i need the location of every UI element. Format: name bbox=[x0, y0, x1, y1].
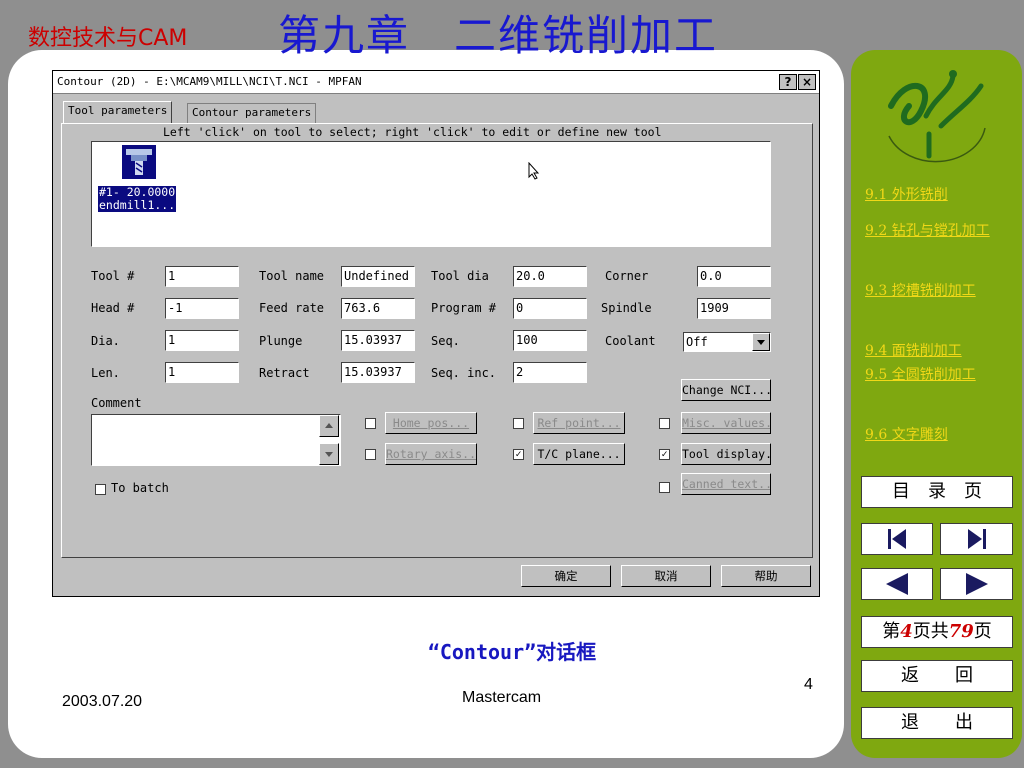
spindle-label: Spindle bbox=[601, 301, 652, 315]
program-num-field[interactable]: 0 bbox=[513, 298, 587, 319]
toc-link-9-4[interactable]: 9.4 面铣削加工 bbox=[865, 342, 1005, 360]
first-page-icon bbox=[888, 529, 906, 549]
seq-label: Seq. bbox=[431, 334, 460, 348]
prev-page-icon bbox=[886, 573, 908, 595]
footer-app: Mastercam bbox=[462, 689, 542, 706]
ref-point-checkbox[interactable] bbox=[513, 418, 524, 429]
corner-field[interactable]: 0.0 bbox=[697, 266, 771, 287]
tool-dia-label: Tool dia bbox=[431, 269, 489, 283]
head-num-field[interactable]: -1 bbox=[165, 298, 239, 319]
contour-dialog: Contour (2D) - E:\MCAM9\MILL\NCI\T.NCI -… bbox=[52, 70, 820, 597]
mouse-cursor-icon bbox=[528, 161, 540, 183]
retract-field[interactable]: 15.03937 bbox=[341, 362, 415, 383]
page-info-mid: 页共 bbox=[912, 621, 949, 642]
coolant-label: Coolant bbox=[605, 334, 656, 348]
seq-field[interactable]: 100 bbox=[513, 330, 587, 351]
seq-inc-field[interactable]: 2 bbox=[513, 362, 587, 383]
tool-list[interactable]: #1- 20.0000 endmill1... bbox=[91, 141, 771, 247]
page-info-suffix: 页 bbox=[973, 621, 992, 642]
toc-link-9-3[interactable]: 9.3 挖槽铣削加工 bbox=[865, 282, 1005, 300]
first-page-button[interactable] bbox=[861, 523, 933, 555]
back-button[interactable]: 返 回 bbox=[861, 660, 1013, 692]
cancel-button[interactable]: 取消 bbox=[621, 565, 711, 587]
tool-item-label[interactable]: #1- 20.0000 endmill1... bbox=[98, 186, 177, 212]
navigation-panel: 9.1 外形铣削 9.2 钻孔与镗孔加工 9.3 挖槽铣削加工 9.4 面铣削加… bbox=[851, 50, 1022, 758]
ref-point-button[interactable]: Ref point... bbox=[533, 412, 625, 434]
len-field[interactable]: 1 bbox=[165, 362, 239, 383]
tool-num-field[interactable]: 1 bbox=[165, 266, 239, 287]
toc-link-9-2[interactable]: 9.2 钻孔与镗孔加工 bbox=[865, 222, 1005, 240]
ok-button[interactable]: 确定 bbox=[521, 565, 611, 587]
canned-text-checkbox[interactable] bbox=[659, 482, 670, 493]
seq-inc-label: Seq. inc. bbox=[431, 366, 497, 380]
help-dialog-button[interactable]: 帮助 bbox=[721, 565, 811, 587]
page-number: 4 bbox=[804, 676, 813, 693]
next-page-button[interactable] bbox=[940, 568, 1013, 600]
to-batch-checkbox[interactable] bbox=[95, 484, 106, 495]
chapter-title: 第九章 二维铣削加工 bbox=[278, 11, 719, 60]
scroll-up-icon[interactable] bbox=[319, 415, 339, 437]
feed-rate-field[interactable]: 763.6 bbox=[341, 298, 415, 319]
scroll-down-icon[interactable] bbox=[319, 443, 339, 465]
course-title: 数控技术与CAM bbox=[28, 26, 188, 51]
rotary-axis-button[interactable]: Rotary axis.. bbox=[385, 443, 477, 465]
toc-link-9-5[interactable]: 9.5 全圆铣削加工 bbox=[865, 366, 1005, 384]
tc-plane-checkbox[interactable]: ✓ bbox=[513, 449, 524, 460]
tool-num-label: Tool # bbox=[91, 269, 135, 283]
feed-rate-label: Feed rate bbox=[259, 301, 325, 315]
last-page-button[interactable] bbox=[940, 523, 1013, 555]
dialog-title: Contour (2D) - E:\MCAM9\MILL\NCI\T.NCI -… bbox=[57, 75, 362, 88]
spindle-field[interactable]: 1909 bbox=[697, 298, 771, 319]
close-button[interactable]: × bbox=[798, 74, 816, 90]
plunge-label: Plunge bbox=[259, 334, 303, 348]
page-indicator: 第4页共79页 bbox=[861, 616, 1013, 648]
prev-page-button[interactable] bbox=[861, 568, 933, 600]
page-total: 79 bbox=[948, 621, 974, 642]
dia-label: Dia. bbox=[91, 334, 120, 348]
help-button[interactable]: ? bbox=[779, 74, 797, 90]
toc-page-button[interactable]: 目 录 页 bbox=[861, 476, 1013, 508]
footer-date: 2003.07.20 bbox=[62, 693, 143, 710]
tool-dia-field[interactable]: 20.0 bbox=[513, 266, 587, 287]
university-logo-icon bbox=[881, 56, 993, 168]
retract-label: Retract bbox=[259, 366, 310, 380]
tool-display-checkbox[interactable]: ✓ bbox=[659, 449, 670, 460]
page-current: 4 bbox=[900, 621, 913, 642]
misc-values-checkbox[interactable] bbox=[659, 418, 670, 429]
home-pos-button[interactable]: Home pos... bbox=[385, 412, 477, 434]
endmill-icon[interactable] bbox=[122, 145, 156, 179]
tc-plane-button[interactable]: T/C plane... bbox=[533, 443, 625, 465]
chevron-down-icon[interactable] bbox=[752, 333, 770, 351]
tool-display-button[interactable]: Tool display.. bbox=[681, 443, 771, 465]
len-label: Len. bbox=[91, 366, 120, 380]
corner-label: Corner bbox=[605, 269, 649, 283]
coolant-select[interactable]: Off bbox=[683, 332, 771, 352]
last-page-icon bbox=[967, 529, 986, 549]
dialog-titlebar[interactable]: Contour (2D) - E:\MCAM9\MILL\NCI\T.NCI -… bbox=[53, 71, 819, 94]
tab-contour-parameters[interactable]: Contour parameters bbox=[187, 103, 317, 123]
dia-field[interactable]: 1 bbox=[165, 330, 239, 351]
head-num-label: Head # bbox=[91, 301, 135, 315]
exit-button[interactable]: 退 出 bbox=[861, 707, 1013, 739]
tab-tool-parameters[interactable]: Tool parameters bbox=[63, 101, 173, 123]
coolant-value: Off bbox=[686, 335, 708, 349]
plunge-field[interactable]: 15.03937 bbox=[341, 330, 415, 351]
tool-name-field[interactable]: Undefined bbox=[341, 266, 415, 287]
home-pos-checkbox[interactable] bbox=[365, 418, 376, 429]
tool-list-hint: Left 'click' on tool to select; right 'c… bbox=[163, 125, 662, 139]
change-nci-button[interactable]: Change NCI... bbox=[681, 379, 771, 401]
program-num-label: Program # bbox=[431, 301, 497, 315]
canned-text-button[interactable]: Canned text.. bbox=[681, 473, 771, 495]
next-page-icon bbox=[965, 573, 988, 595]
misc-values-button[interactable]: Misc. values.. bbox=[681, 412, 771, 434]
comment-textarea[interactable] bbox=[91, 414, 341, 466]
tool-name-label: Tool name bbox=[259, 269, 325, 283]
rotary-axis-checkbox[interactable] bbox=[365, 449, 376, 460]
page-info-prefix: 第 bbox=[882, 621, 901, 642]
to-batch-label: To batch bbox=[111, 481, 169, 495]
comment-label: Comment bbox=[91, 396, 142, 410]
toc-link-9-6[interactable]: 9.6 文字雕刻 bbox=[865, 426, 1005, 444]
toc-link-9-1[interactable]: 9.1 外形铣削 bbox=[865, 186, 1005, 204]
